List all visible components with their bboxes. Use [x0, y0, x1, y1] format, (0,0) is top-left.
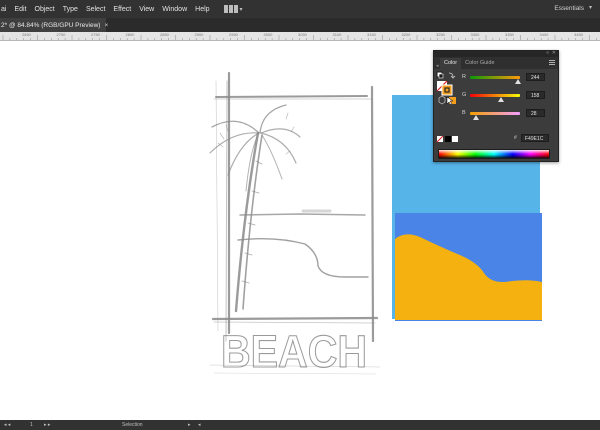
slider-value-g[interactable]: 158 — [526, 91, 545, 99]
menu-effect[interactable]: Effect — [109, 6, 135, 13]
ruler-label: 3250 — [436, 32, 445, 37]
ruler-label: 2650 — [22, 32, 31, 37]
slider-thumb-g[interactable] — [498, 97, 504, 102]
ruler-label: 3450 — [574, 32, 583, 37]
panel-tabs: ◂ Color Color Guide — [434, 57, 558, 69]
slider-value-b[interactable]: 28 — [526, 109, 545, 117]
menu-window[interactable]: Window — [158, 6, 191, 13]
color-panel-body: R 244 G 158 B 28 # F49E1C — [434, 69, 558, 163]
arrange-documents-icon[interactable] — [223, 5, 238, 13]
slider-thumb-b[interactable] — [472, 115, 479, 120]
menu-view[interactable]: View — [135, 6, 158, 13]
artboard-nav-icon[interactable]: ◂ ◂ — [4, 422, 10, 428]
status-tool[interactable]: Selection — [122, 422, 143, 428]
slider-track-g[interactable] — [470, 94, 520, 97]
ruler-label: 3150 — [367, 32, 376, 37]
status-bar: ◂ ◂ 1 ▸ ▸ Selection ▸ ◂ — [0, 420, 600, 430]
quick-swatches[interactable] — [436, 135, 460, 143]
document-tab[interactable]: 2* @ 84.84% (RGB/GPU Preview) × — [0, 18, 108, 32]
slider-label-g: G — [462, 92, 467, 98]
slider-label-r: R — [462, 74, 466, 80]
artboard-number[interactable]: 1 — [30, 422, 33, 428]
hex-prefix: # — [514, 135, 517, 141]
menu-object[interactable]: Object — [31, 6, 59, 13]
ruler-label: 3200 — [401, 32, 411, 37]
artboard-next-icon[interactable]: ▸ ▸ — [44, 422, 50, 428]
ruler-label: 2900 — [194, 32, 204, 37]
tab-color-guide[interactable]: Color Guide — [461, 58, 498, 69]
document-tab-title: 2* @ 84.84% (RGB/GPU Preview) — [1, 21, 101, 29]
ruler-label: 2700 — [56, 32, 66, 37]
ruler-label: 3050 — [298, 32, 307, 37]
white-quick-swatch[interactable] — [452, 136, 458, 142]
slider-thumb-r[interactable] — [514, 79, 521, 84]
slider-label-b: B — [462, 110, 466, 116]
status-arrow-icon[interactable]: ▸ — [188, 422, 191, 428]
black-quick-swatch[interactable] — [445, 136, 451, 142]
ruler-label: 2800 — [125, 32, 135, 37]
stroke-swatch[interactable] — [444, 87, 450, 93]
ruler-label: 3300 — [470, 32, 480, 37]
slider-track-r[interactable] — [470, 76, 520, 79]
ruler-label: 2750 — [91, 32, 100, 37]
ruler-label: 3000 — [263, 32, 273, 37]
out-of-gamut-icon[interactable] — [438, 95, 446, 105]
color-spectrum[interactable] — [438, 149, 550, 159]
slider-value-r[interactable]: 244 — [526, 73, 545, 81]
panel-menu-icon[interactable] — [549, 60, 555, 65]
menu-edit[interactable]: Edit — [10, 6, 30, 13]
menu-help[interactable]: Help — [191, 6, 213, 13]
ruler-label: 3400 — [539, 32, 549, 37]
close-icon[interactable]: ✕ — [552, 50, 556, 56]
menu-select[interactable]: Select — [82, 6, 109, 13]
tab-color[interactable]: Color — [440, 58, 462, 69]
workspace-switcher[interactable]: Essentials — [554, 5, 584, 12]
swap-colors-icon[interactable] — [448, 72, 456, 79]
sky-edge — [392, 201, 395, 319]
ruler-label: 2950 — [229, 32, 238, 37]
sketch-word-beach[interactable]: BEACH — [220, 325, 367, 377]
ruler-label: 2850 — [160, 32, 169, 37]
fill-stroke-proxy[interactable] — [436, 71, 462, 113]
menu-app[interactable]: ai — [0, 6, 10, 13]
menu-bar: ai Edit Object Type Select Effect View W… — [0, 0, 600, 18]
ruler-label: 3350 — [505, 32, 514, 37]
color-panel: « ✕ ◂ Color Color Guide R 244 G 158 B 28 — [433, 50, 559, 162]
status-arrow-icon[interactable]: ◂ — [198, 422, 201, 428]
chevron-down-icon[interactable]: ▾ — [589, 4, 592, 11]
menu-type[interactable]: Type — [59, 6, 82, 13]
chevron-down-icon[interactable]: ▾ — [240, 6, 243, 13]
ruler-label: 3100 — [332, 32, 342, 37]
hex-input[interactable]: F49E1C — [521, 134, 549, 142]
close-icon[interactable]: × — [104, 22, 108, 29]
cursor-icon — [446, 97, 454, 105]
horizontal-ruler: 2650 2700 2750 2800 2850 2900 2950 3000 3050 3100… — [0, 32, 600, 41]
document-tab-bar: 2* @ 84.84% (RGB/GPU Preview) × — [0, 18, 600, 32]
collapse-arrows-icon[interactable]: « — [546, 50, 549, 56]
